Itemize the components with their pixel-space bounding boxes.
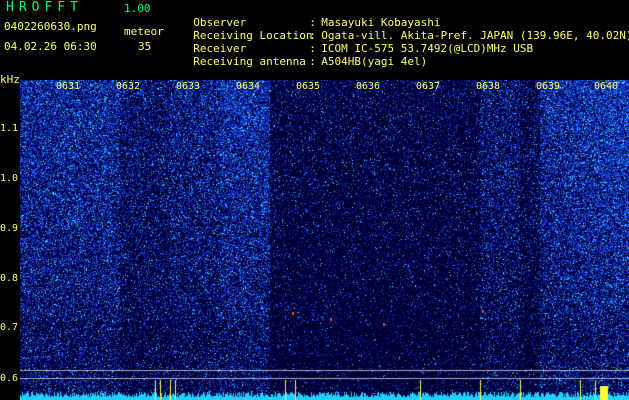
x-tick-label: 0640 [594, 81, 619, 92]
y-tick-label: 0.9 [0, 223, 19, 234]
x-tick-label: 0636 [356, 81, 381, 92]
meteor-label: meteor [124, 25, 164, 38]
y-tick-label: 0.8 [0, 273, 19, 284]
x-tick-label: 0639 [536, 81, 561, 92]
datetime: 04.02.26 06:30 [4, 40, 97, 53]
file-name: 0402260630.png [4, 20, 97, 33]
y-tick-label: 1.1 [0, 123, 19, 134]
info-key: Receiving antenna [193, 55, 306, 68]
app-title: HROFFT [6, 0, 83, 15]
y-tick-label: 0.7 [0, 322, 19, 333]
x-tick-label: 0635 [296, 81, 321, 92]
info-row-antenna: Receiving antenna: A504HB(yagi 4el) [180, 42, 427, 68]
y-axis-label: kHz [0, 73, 20, 86]
info-value: A504HB(yagi 4el) [321, 55, 428, 68]
y-tick-label: 1.0 [0, 173, 19, 184]
x-tick-label: 0633 [176, 81, 201, 92]
x-tick-label: 0638 [476, 81, 501, 92]
y-tick-label: 0.6 [0, 373, 19, 384]
info-separator: : [309, 55, 316, 68]
x-tick-label: 0634 [236, 81, 261, 92]
x-tick-label: 0632 [116, 81, 141, 92]
meteor-count: 35 [138, 40, 152, 53]
app-version: 1.00 [124, 2, 151, 15]
x-tick-label: 0631 [56, 81, 81, 92]
spectrogram-canvas [20, 80, 629, 400]
x-tick-label: 0637 [416, 81, 441, 92]
